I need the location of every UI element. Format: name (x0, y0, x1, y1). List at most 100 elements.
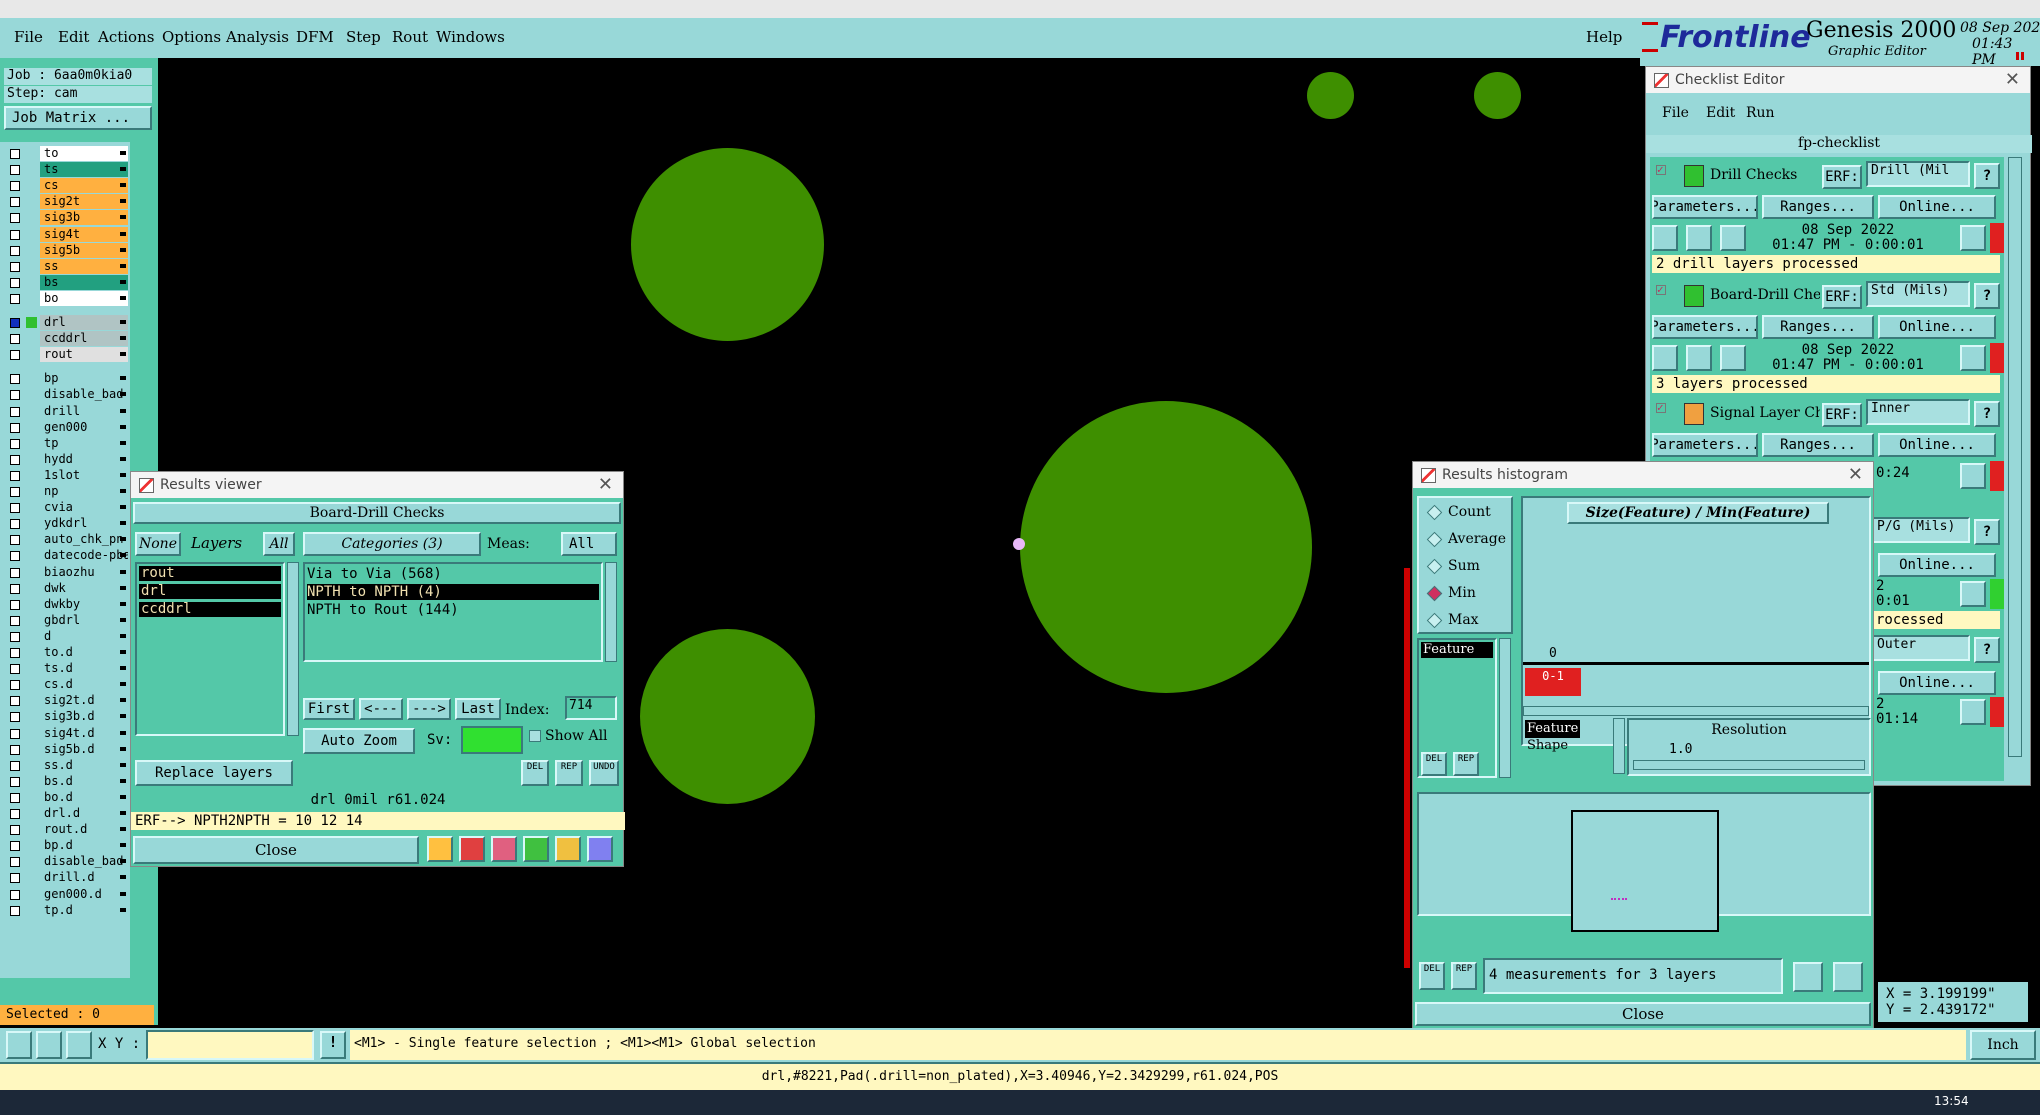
replace-layers-select[interactable]: Replace layers (135, 760, 293, 786)
mode-min-radio[interactable]: Min (1426, 585, 1476, 601)
alert-icon[interactable]: ! (320, 1031, 346, 1059)
layer-name[interactable]: rout.d (40, 822, 128, 838)
layer-checkbox[interactable] (10, 744, 20, 755)
layer-checkbox[interactable] (10, 712, 20, 723)
layer-checkbox[interactable] (10, 374, 20, 385)
layer-name[interactable]: disable_bad (40, 387, 128, 403)
category-item-selected[interactable]: NPTH to NPTH (4) (307, 584, 599, 600)
layer-name[interactable]: ydkdrl (40, 516, 128, 532)
layer-row[interactable]: bp (6, 371, 128, 387)
layer-name[interactable]: bs (40, 274, 128, 290)
job-matrix-button[interactable]: Job Matrix ... (4, 106, 152, 130)
layer-row[interactable]: hydd (6, 451, 128, 467)
menu-step[interactable]: Step (346, 28, 381, 46)
layer-row[interactable]: sig5b (6, 242, 128, 258)
run-icon[interactable] (1720, 345, 1746, 371)
layer-checkbox[interactable] (10, 776, 20, 787)
layer-checkbox[interactable] (10, 728, 20, 739)
layer-checkbox[interactable] (10, 165, 20, 176)
run-icon[interactable] (1652, 225, 1678, 251)
checklist-scrollbar[interactable] (2008, 157, 2022, 757)
pause-icon[interactable] (2016, 52, 2024, 60)
layer-checkbox[interactable] (10, 334, 20, 345)
layer-list-item[interactable]: rout (139, 566, 281, 581)
layer-checkbox[interactable] (10, 664, 20, 675)
zoom-icon[interactable] (1960, 225, 1986, 251)
layers-all-button[interactable]: All (263, 532, 295, 556)
layer-row[interactable]: bo (6, 290, 128, 306)
layer-checkbox[interactable] (10, 680, 20, 691)
layer-row[interactable]: to (6, 146, 128, 161)
layer-row[interactable]: ss (6, 258, 128, 274)
check2-ranges-button[interactable]: Ranges... (1762, 315, 1874, 339)
layer-checkbox[interactable] (10, 350, 20, 361)
check3-enable-checkbox[interactable]: ✓ (1656, 402, 1666, 413)
check4-erf-field[interactable]: P/G (Mils) (1872, 517, 1970, 543)
layer-checkbox[interactable] (10, 792, 20, 803)
check3-parameters-button[interactable]: Parameters... (1652, 433, 1758, 457)
remove-icon[interactable] (491, 836, 517, 862)
layer-name[interactable]: drill.d (40, 870, 128, 886)
mode-max-radio[interactable]: Max (1426, 612, 1479, 628)
layer-checkbox[interactable] (10, 181, 20, 192)
layer-row[interactable]: bo.d (6, 789, 128, 805)
layer-name[interactable]: ts (40, 162, 128, 178)
layer-name[interactable]: sig2t (40, 194, 128, 210)
layer-name[interactable]: sig5b.d (40, 741, 128, 757)
layer-name[interactable]: bo.d (40, 789, 128, 805)
zoom-icon[interactable] (1960, 581, 1986, 607)
layer-name[interactable]: sig4t (40, 226, 128, 242)
layer-row[interactable]: ts (6, 162, 128, 178)
checklist-menu-file[interactable]: File (1662, 105, 1689, 121)
layer-checkbox[interactable] (10, 809, 20, 819)
pad-small-1[interactable] (1307, 72, 1354, 119)
layer-row[interactable]: dwkby (6, 596, 128, 612)
layer-checkbox[interactable] (10, 245, 20, 256)
rep-button[interactable]: REP (555, 760, 583, 786)
layer-checkbox[interactable] (10, 406, 20, 417)
layer-row[interactable]: cs.d (6, 677, 128, 693)
layer-checkbox[interactable] (10, 760, 20, 771)
layer-name[interactable]: sig3b.d (40, 709, 128, 725)
layer-checkbox[interactable] (10, 454, 20, 465)
zoom-icon[interactable] (1960, 345, 1986, 371)
check2-parameters-button[interactable]: Parameters... (1652, 315, 1758, 339)
layer-row[interactable]: bp.d (6, 838, 128, 854)
mode-sum-radio[interactable]: Sum (1426, 558, 1480, 574)
layer-name[interactable]: drl.d (40, 806, 128, 821)
layer-checkbox[interactable] (10, 615, 20, 626)
layer-name[interactable]: bo (40, 290, 128, 306)
layer-checkbox[interactable] (10, 648, 20, 658)
layer-row[interactable]: sig5b.d (6, 741, 128, 757)
menu-windows[interactable]: Windows (436, 28, 505, 46)
check4-online-button[interactable]: Online... (1878, 553, 1996, 577)
layer-checkbox[interactable] (10, 631, 20, 642)
layer-name[interactable]: ccddrl (40, 331, 128, 347)
zoom-icon[interactable] (1960, 463, 1986, 489)
layer-name[interactable]: np (40, 484, 128, 499)
layer-row[interactable]: rout (6, 347, 128, 363)
layer-row[interactable]: to.d (6, 645, 128, 660)
run-icon[interactable] (1686, 225, 1712, 251)
layer-name[interactable]: tp (40, 435, 128, 451)
layer-checkbox[interactable] (10, 470, 20, 481)
layer-checkbox[interactable] (10, 825, 20, 836)
mode-count-radio[interactable]: Count (1426, 504, 1491, 520)
resolution-slider[interactable] (1633, 760, 1865, 770)
categories-button[interactable]: Categories (3) (303, 532, 481, 556)
layer-checkbox[interactable] (10, 583, 20, 594)
layer-checkbox[interactable] (10, 599, 20, 610)
check3-online-button[interactable]: Online... (1878, 433, 1996, 457)
zoom-icon[interactable] (1960, 699, 1986, 725)
grid-tool-icon[interactable] (66, 1031, 92, 1059)
layer-checkbox[interactable] (10, 696, 20, 707)
expand-icon[interactable] (1793, 962, 1823, 992)
categories-scrollbar[interactable] (605, 562, 617, 662)
layer-checkbox[interactable] (10, 213, 20, 224)
layer-row[interactable]: gen000.d (6, 886, 128, 902)
viewer-close-button[interactable]: Close (133, 836, 419, 864)
histogram-scrollbar[interactable] (1523, 706, 1869, 716)
check3-ranges-button[interactable]: Ranges... (1762, 433, 1874, 457)
layer-row[interactable]: dwk (6, 580, 128, 596)
select-tool-icon[interactable] (6, 1031, 32, 1059)
